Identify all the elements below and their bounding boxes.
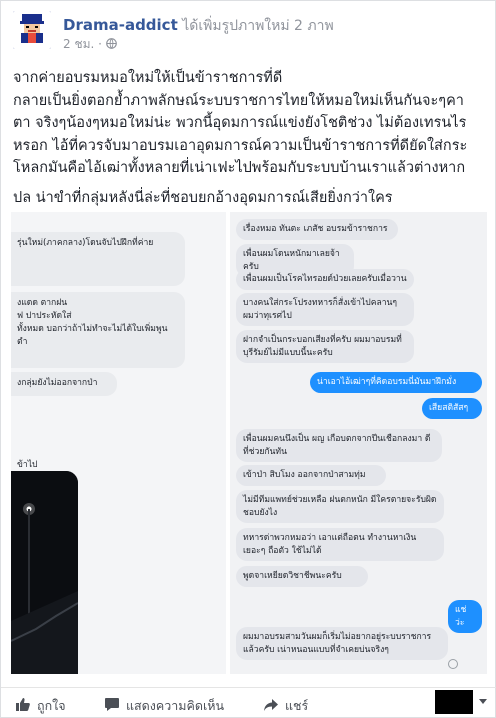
like-button[interactable]: ถูกใจ (15, 696, 66, 716)
thumbs-up-icon (15, 697, 31, 715)
left-chat-line: ทั้งหมด บอกว่าถ้าไม่ทำจะไม่ได้ใบเพิ่มพูน (17, 324, 168, 334)
chat-message: เพื่อนผมเป็นโรคไทรอยด์ป่วยเลยครับเมื่อวา… (236, 269, 414, 290)
post-timestamp[interactable]: 2 ชม. (63, 37, 94, 51)
left-chat-line: ตำ (17, 337, 28, 347)
post-text-line: จากค่ายอบรมหมอใหม่ให้เป็นข้าราชการที่ดี (13, 70, 283, 86)
post-title-line: Drama-addict ได้เพิ่มรูปภาพใหม่ 2 ภาพ (63, 15, 334, 37)
post-text-line: ตา จริงๆน้องๆหมอใหม่น่ะ พวกนี้อุดมการณ์แ… (13, 115, 467, 131)
left-chat-line: รุ่นใหม่(ภาคกลาง)โดนจับไปฝึกที่ค่าย (17, 238, 154, 248)
left-chat-line: งแดด ตากฝน (17, 298, 68, 308)
left-chat-line: งกลุ่มยังไม่ออกจากป่า (17, 378, 98, 388)
chat-message: เรื่องหมอ ทันตะ เภสัช อบรมข้าราชการ (236, 219, 398, 240)
post-text-line: หรอก ไอ้ที่ควรจับมาอบรมเอาอุดมการณ์ความเ… (13, 137, 468, 154)
chat-message: บางคนใส่กระโปรงทหารก็สั่งเข้าไปคลานๆ ผมว… (236, 293, 414, 326)
left-chat-line: ฟ ปาประหัดใส่ (17, 311, 72, 321)
seen-indicator-icon (448, 659, 458, 669)
comment-label: แสดงความคิดเห็น (126, 698, 225, 713)
post-meta: 2 ชม. · (63, 35, 117, 54)
chat-message: เข้าป่า สิบโมง ออกจากป่าสามทุ่ม (236, 465, 386, 486)
left-chat-plain-text: ข้าไป (17, 460, 38, 470)
post-actions-bar: ถูกใจ แสดงความคิดเห็น แชร์ (1, 687, 496, 717)
like-label: ถูกใจ (37, 698, 66, 713)
left-chat-bubble: งกลุ่มยังไม่ออกจากป่า (11, 372, 117, 396)
meta-separator: · (98, 37, 102, 51)
share-label: แชร์ (285, 698, 309, 713)
page-avatar[interactable] (13, 11, 51, 49)
chevron-down-icon[interactable] (479, 699, 487, 704)
left-chat-bubble: งแดด ตากฝน ฟ ปาประหัดใส่ ทั้งหมด บอกว่าถ… (11, 292, 185, 368)
post-action-text: ได้เพิ่มรูปภาพใหม่ 2 ภาพ (177, 18, 334, 34)
photo-grid: รุ่นใหม่(ภาคกลาง)โดนจับไปฝึกที่ค่าย งแดด… (11, 212, 487, 674)
chat-message: เพื่อนผมคนนึงเป็น ผญ เกือบตกจากปีนเชือกล… (236, 429, 442, 462)
chat-message: ทหารด่าพวกหมอว่า เอาแต่ถือตน ทำงานหาเงิน… (236, 528, 444, 561)
chat-message-sent: แช่ว่ะ (448, 600, 482, 633)
chat-message-sent: เสียสติสัสๆ (422, 398, 482, 419)
chat-message: ผมมาอบรมสามวันผมก็เริ่มไม่อยากอยู่ระบบรา… (236, 627, 448, 660)
post-card: Drama-addict ได้เพิ่มรูปภาพใหม่ 2 ภาพ 2 … (0, 0, 496, 718)
photo-right-chat-screenshot[interactable]: เรื่องหมอ ทันตะ เภสัช อบรมข้าราชการ เพื่… (230, 212, 487, 674)
redacted-profile-thumbnail[interactable] (435, 690, 473, 714)
photo-left-chat-screenshot[interactable]: รุ่นใหม่(ภาคกลาง)โดนจับไปฝึกที่ค่าย งแดด… (11, 212, 226, 674)
chat-message-sent: น่าเอาไอ้เฒ่าๆที่คิดอบรมนี่มันมาฝึกมั่ง (310, 372, 482, 393)
comment-icon (104, 697, 120, 715)
post-text-line: ปล น่าขำที่กลุ่มหลังนี่ล่ะที่ชอบยกอ้างอุ… (13, 189, 393, 206)
share-button[interactable]: แชร์ (263, 696, 308, 716)
post-text-line: โหลกมันคือไอ้เฒ่าทั้งหลายที่เน่าเฟะไปพร้… (13, 160, 466, 176)
chat-message: ไม่มีทีมแพทย์ช่วยเหลือ ฝนตกหนัก มีใครตาย… (236, 490, 444, 523)
left-chat-bubble: รุ่นใหม่(ภาคกลาง)โดนจับไปฝึกที่ค่าย (11, 232, 185, 286)
post-body-text: จากค่ายอบรมหมอใหม่ให้เป็นข้าราชการที่ดี … (13, 67, 487, 209)
share-icon (263, 698, 279, 715)
globe-icon[interactable] (105, 37, 117, 52)
chat-message: ฝากจำเป็นกระบอกเสียงที่ครับ ผมมาอบรมที่บ… (236, 330, 414, 363)
page-name-link[interactable]: Drama-addict (63, 16, 178, 34)
chat-message: พูดจาเหยียดวิชาชีพนะครับ (236, 566, 368, 587)
post-text-line: กลายเป็นยิ่งตอกย้ำภาพลักษณ์ระบบราชการไทย… (13, 92, 464, 109)
comment-button[interactable]: แสดงความคิดเห็น (104, 696, 224, 716)
night-photo[interactable] (11, 471, 78, 674)
